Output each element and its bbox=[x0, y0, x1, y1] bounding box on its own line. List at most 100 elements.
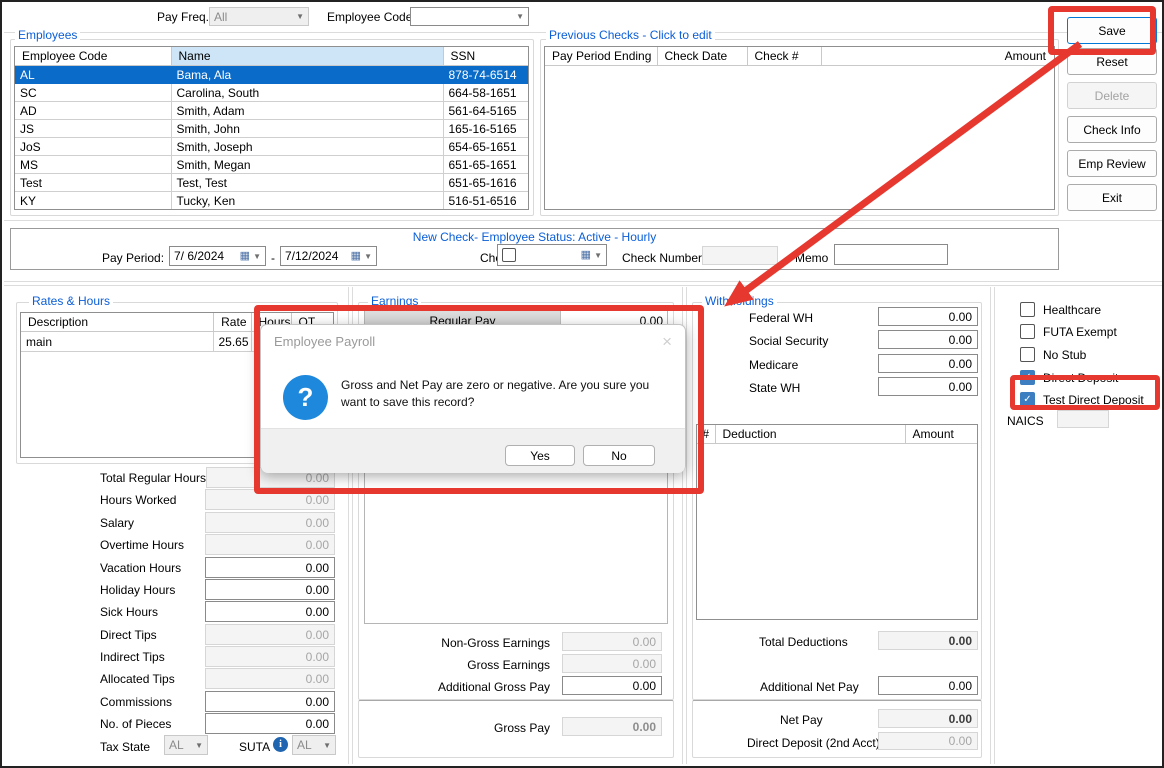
field-row-overtime-hours: Overtime Hours0.00 bbox=[100, 535, 335, 554]
social-security-label: Social Security bbox=[749, 334, 828, 348]
employee-row[interactable]: ADSmith, Adam561-64-5165 bbox=[15, 102, 528, 120]
hours-worked-field: 0.00 bbox=[205, 489, 335, 510]
column-check-number[interactable]: Check # bbox=[747, 47, 821, 66]
chevron-down-icon[interactable]: ▼ bbox=[516, 12, 524, 21]
range-separator: - bbox=[271, 251, 275, 265]
field-row-allocated-tips: Allocated Tips0.00 bbox=[100, 669, 335, 688]
additional-net-pay-field[interactable]: 0.00 bbox=[878, 676, 978, 695]
salary-field: 0.00 bbox=[205, 512, 335, 533]
social-security-field[interactable]: 0.00 bbox=[878, 330, 978, 349]
vacation-hours-field[interactable]: 0.00 bbox=[205, 557, 335, 578]
column-name[interactable]: Name bbox=[171, 47, 443, 66]
direct-deposit-checkbox-row[interactable]: ✓ Direct Deposit bbox=[1020, 370, 1118, 385]
chevron-down-icon[interactable]: ▼ bbox=[594, 251, 602, 260]
naics-field bbox=[1057, 410, 1109, 428]
pay-period-label: Pay Period: bbox=[102, 251, 164, 265]
no-stub-label: No Stub bbox=[1043, 348, 1086, 362]
info-icon[interactable]: i bbox=[273, 737, 288, 752]
sick-hours-field[interactable]: 0.00 bbox=[205, 601, 335, 622]
futa-exempt-checkbox[interactable] bbox=[1020, 324, 1035, 339]
no-of-pieces-field[interactable]: 0.00 bbox=[205, 713, 335, 734]
column-amount[interactable]: Amount bbox=[821, 47, 1054, 66]
gross-earnings-field: 0.00 bbox=[562, 654, 662, 673]
additional-gross-pay-label: Additional Gross Pay bbox=[402, 680, 550, 694]
check-date-datepicker[interactable]: ▦ ▼ bbox=[497, 244, 607, 266]
holiday-hours-field[interactable]: 0.00 bbox=[205, 579, 335, 600]
check-info-button[interactable]: Check Info bbox=[1067, 116, 1157, 143]
delete-button: Delete bbox=[1067, 82, 1157, 109]
test-direct-deposit-checkbox[interactable]: ✓ bbox=[1020, 392, 1035, 407]
calendar-icon[interactable]: ▦ bbox=[581, 250, 591, 261]
pay-period-end-datepicker[interactable]: 7/12/2024 ▦ ▼ bbox=[280, 246, 377, 266]
memo-label: Memo bbox=[795, 251, 828, 265]
employee-row[interactable]: JoSSmith, Joseph654-65-1651 bbox=[15, 138, 528, 156]
additional-net-pay-label: Additional Net Pay bbox=[760, 680, 859, 694]
field-row-salary: Salary0.00 bbox=[100, 513, 335, 532]
state-wh-label: State WH bbox=[749, 381, 800, 395]
column-deduction[interactable]: Deduction bbox=[715, 425, 905, 444]
no-button[interactable]: No bbox=[583, 445, 655, 466]
previous-checks-table: Pay Period Ending Check Date Check # Amo… bbox=[544, 46, 1055, 210]
field-row-direct-tips: Direct Tips0.00 bbox=[100, 625, 335, 644]
column-description[interactable]: Description bbox=[21, 313, 213, 332]
employee-row[interactable]: TestTest, Test651-65-1616 bbox=[15, 174, 528, 192]
calendar-icon[interactable]: ▦ bbox=[240, 251, 250, 262]
column-number[interactable]: # bbox=[697, 425, 715, 444]
calendar-icon[interactable]: ▦ bbox=[351, 251, 361, 262]
chevron-down-icon[interactable]: ▼ bbox=[364, 252, 372, 261]
futa-exempt-checkbox-row[interactable]: FUTA Exempt bbox=[1020, 324, 1117, 339]
federal-wh-field[interactable]: 0.00 bbox=[878, 307, 978, 326]
employee-payroll-dialog: Employee Payroll × ? Gross and Net Pay a… bbox=[260, 324, 686, 472]
medicare-field[interactable]: 0.00 bbox=[878, 354, 978, 373]
employees-table: Employee Code Name SSN ALBama, Ala878-74… bbox=[14, 46, 529, 210]
check-date-enable-checkbox[interactable] bbox=[502, 248, 516, 262]
direct-deposit-label: Direct Deposit bbox=[1043, 371, 1118, 385]
no-stub-checkbox[interactable] bbox=[1020, 347, 1035, 362]
direct-tips-field: 0.00 bbox=[205, 624, 335, 645]
deductions-table: # Deduction Amount bbox=[696, 424, 978, 620]
employee-row[interactable]: KYTucky, Ken516-51-6516 bbox=[15, 192, 528, 210]
close-icon[interactable]: × bbox=[662, 333, 672, 350]
healthcare-checkbox[interactable] bbox=[1020, 302, 1035, 317]
employee-code-select[interactable]: ▼ bbox=[410, 7, 529, 26]
yes-button[interactable]: Yes bbox=[505, 445, 575, 466]
direct-deposit-checkbox[interactable]: ✓ bbox=[1020, 370, 1035, 385]
save-button[interactable]: Save bbox=[1067, 17, 1157, 44]
medicare-label: Medicare bbox=[749, 358, 798, 372]
dialog-title: Employee Payroll bbox=[274, 334, 375, 349]
column-employee-code[interactable]: Employee Code bbox=[15, 47, 171, 66]
naics-label: NAICS bbox=[1007, 414, 1044, 428]
additional-gross-pay-field[interactable]: 0.00 bbox=[562, 676, 662, 695]
chevron-down-icon: ▼ bbox=[323, 741, 331, 750]
field-row-hours-worked: Hours Worked0.00 bbox=[100, 490, 335, 509]
column-check-date[interactable]: Check Date bbox=[657, 47, 747, 66]
exit-button[interactable]: Exit bbox=[1067, 184, 1157, 211]
gross-earnings-label: Gross Earnings bbox=[402, 658, 550, 672]
employee-row[interactable]: JSSmith, John165-16-5165 bbox=[15, 120, 528, 138]
test-direct-deposit-checkbox-row[interactable]: ✓ Test Direct Deposit bbox=[1020, 392, 1144, 407]
pay-period-start-datepicker[interactable]: 7/ 6/2024 ▦ ▼ bbox=[169, 246, 266, 266]
reset-button[interactable]: Reset bbox=[1067, 48, 1157, 75]
employee-row[interactable]: SCCarolina, South664-58-1651 bbox=[15, 84, 528, 102]
check-icon: ✓ bbox=[1023, 395, 1031, 405]
column-amount[interactable]: Amount bbox=[905, 425, 977, 444]
field-row-indirect-tips: Indirect Tips0.00 bbox=[100, 647, 335, 666]
allocated-tips-field: 0.00 bbox=[205, 668, 335, 689]
emp-review-button[interactable]: Emp Review bbox=[1067, 150, 1157, 177]
federal-wh-label: Federal WH bbox=[749, 311, 813, 325]
check-number-field bbox=[702, 246, 778, 265]
employee-row[interactable]: MSSmith, Megan651-65-1651 bbox=[15, 156, 528, 174]
memo-field[interactable] bbox=[834, 244, 948, 265]
healthcare-checkbox-row[interactable]: Healthcare bbox=[1020, 302, 1101, 317]
employee-row-selected[interactable]: ALBama, Ala878-74-6514 bbox=[15, 66, 528, 84]
state-wh-field[interactable]: 0.00 bbox=[878, 377, 978, 396]
column-rate[interactable]: Rate bbox=[213, 313, 251, 332]
commissions-field[interactable]: 0.00 bbox=[205, 691, 335, 712]
column-pay-period-ending[interactable]: Pay Period Ending bbox=[545, 47, 657, 66]
column-ssn[interactable]: SSN bbox=[443, 47, 528, 66]
no-stub-checkbox-row[interactable]: No Stub bbox=[1020, 347, 1086, 362]
pay-freq-label: Pay Freq. bbox=[157, 10, 209, 24]
suta-state-select: AL ▼ bbox=[292, 735, 336, 755]
withholdings-label: Withholdings bbox=[702, 294, 777, 308]
chevron-down-icon[interactable]: ▼ bbox=[253, 252, 261, 261]
